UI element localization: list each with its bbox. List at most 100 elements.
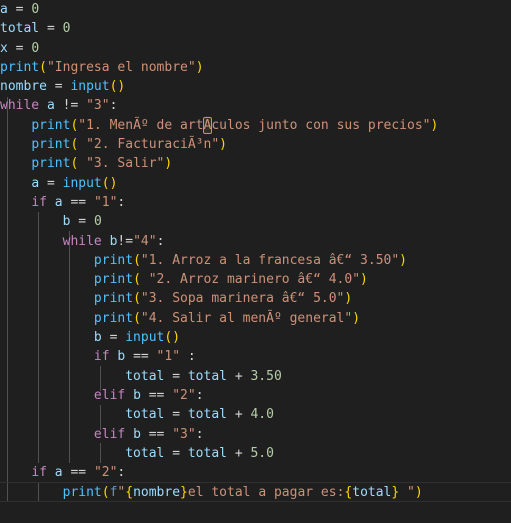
token-operator: : bbox=[187, 349, 196, 365]
token-identifier: a bbox=[31, 175, 40, 191]
token-paren: ) bbox=[414, 485, 423, 501]
token-function: print bbox=[62, 485, 102, 501]
code-line[interactable]: total = total + 5.0 bbox=[0, 444, 511, 463]
code-line[interactable]: if a == "1": bbox=[0, 193, 511, 212]
code-line[interactable]: nombre = input() bbox=[0, 77, 511, 96]
token-string: "3. Salir" bbox=[86, 156, 165, 172]
token-paren: ( bbox=[133, 272, 141, 288]
code-line[interactable]: print("4. Salir al menÃº general") bbox=[0, 309, 511, 328]
code-line[interactable]: print("1. MenÃº de artÃ­culos junto con … bbox=[0, 116, 511, 135]
token-paren: ) bbox=[360, 272, 368, 288]
code-line[interactable]: elif b == "2": bbox=[0, 386, 511, 405]
token-paren: ) bbox=[219, 137, 227, 153]
token-function: input bbox=[70, 79, 110, 95]
code-line[interactable]: print("1. Arroz a la francesa â€“ 3.50") bbox=[0, 251, 511, 270]
code-line[interactable]: total = 0 bbox=[0, 19, 511, 38]
token-operator: = bbox=[172, 445, 181, 461]
code-line[interactable]: b = 0 bbox=[0, 212, 511, 231]
code-line-current[interactable]: print(f"{nombre}el total a pagar es:{tot… bbox=[0, 482, 511, 502]
token-string: "4. Salir al menÃº general" bbox=[140, 310, 353, 326]
token-paren: ) bbox=[344, 291, 353, 307]
token-operator: : bbox=[195, 387, 204, 403]
token-identifier: a bbox=[54, 465, 63, 481]
token-paren: ( bbox=[133, 310, 141, 326]
token-operator bbox=[8, 2, 16, 17]
token-identifier: nombre bbox=[0, 79, 47, 95]
code-line[interactable]: x = 0 bbox=[0, 39, 511, 58]
token-identifier: total bbox=[187, 368, 227, 384]
code-line[interactable]: while a != "3": bbox=[0, 96, 511, 115]
token-function: input bbox=[125, 330, 165, 346]
token-string: "3" bbox=[172, 426, 196, 442]
string-part-a: "1. MenÃº de art bbox=[78, 117, 204, 133]
token-string: "2. FacturaciÃ³n" bbox=[86, 137, 220, 153]
token-keyword: elif bbox=[93, 387, 126, 403]
token-string: "3" bbox=[86, 98, 110, 114]
token-string: "4" bbox=[133, 233, 157, 249]
code-line[interactable]: print( "3. Salir") bbox=[0, 154, 511, 173]
code-line[interactable]: while b!="4": bbox=[0, 232, 511, 251]
code-line[interactable]: b = input() bbox=[0, 328, 511, 347]
token-operator: = bbox=[54, 79, 63, 95]
token-operator: == bbox=[148, 387, 165, 403]
token-string: "1. MenÃº de artÃ­culos junto con sus pr… bbox=[78, 116, 431, 134]
code-line[interactable]: total = total + 3.50 bbox=[0, 367, 511, 386]
token-identifier: total bbox=[0, 21, 40, 37]
token-function: input bbox=[62, 175, 102, 191]
code-line[interactable]: total = total + 4.0 bbox=[0, 405, 511, 424]
code-line[interactable]: a = input() bbox=[0, 174, 511, 193]
token-number: 4.0 bbox=[250, 407, 274, 423]
token-identifier: a bbox=[46, 98, 55, 114]
code-line[interactable]: print( "2. FacturaciÃ³n") bbox=[0, 135, 511, 154]
token-keyword: elif bbox=[93, 426, 126, 442]
code-line[interactable]: if a == "2": bbox=[0, 463, 511, 482]
token-operator: : bbox=[117, 194, 126, 210]
token-identifier: total bbox=[187, 407, 227, 423]
code-line[interactable]: a = 0 bbox=[0, 0, 511, 19]
code-line[interactable]: print("3. Sopa marinera â€“ 5.0") bbox=[0, 289, 511, 308]
code-line[interactable]: elif b == "3": bbox=[0, 425, 511, 444]
token-operator: = bbox=[46, 175, 55, 191]
token-operator: : bbox=[195, 426, 204, 442]
token-paren: ) bbox=[399, 252, 407, 268]
code-line[interactable]: print("Ingresa el nombre") bbox=[0, 58, 511, 77]
token-paren: ) bbox=[117, 79, 126, 95]
token-function: print bbox=[31, 137, 71, 153]
code-line[interactable]: if b == "1" : bbox=[0, 347, 511, 366]
token-identifier: b bbox=[93, 330, 102, 346]
code-content[interactable]: a = 0 total = 0 x = 0 print("Ingresa el … bbox=[0, 0, 511, 502]
token-keyword: if bbox=[93, 349, 110, 365]
token-operator: : bbox=[156, 233, 165, 249]
token-paren: ( bbox=[133, 252, 141, 268]
token-number: 0 bbox=[31, 40, 40, 56]
code-line[interactable]: print( "2. Arroz marinero â€“ 4.0") bbox=[0, 270, 511, 289]
token-number: 5.0 bbox=[250, 445, 274, 461]
code-editor[interactable]: a = 0 total = 0 x = 0 print("Ingresa el … bbox=[0, 0, 511, 523]
token-operator: == bbox=[148, 426, 165, 442]
